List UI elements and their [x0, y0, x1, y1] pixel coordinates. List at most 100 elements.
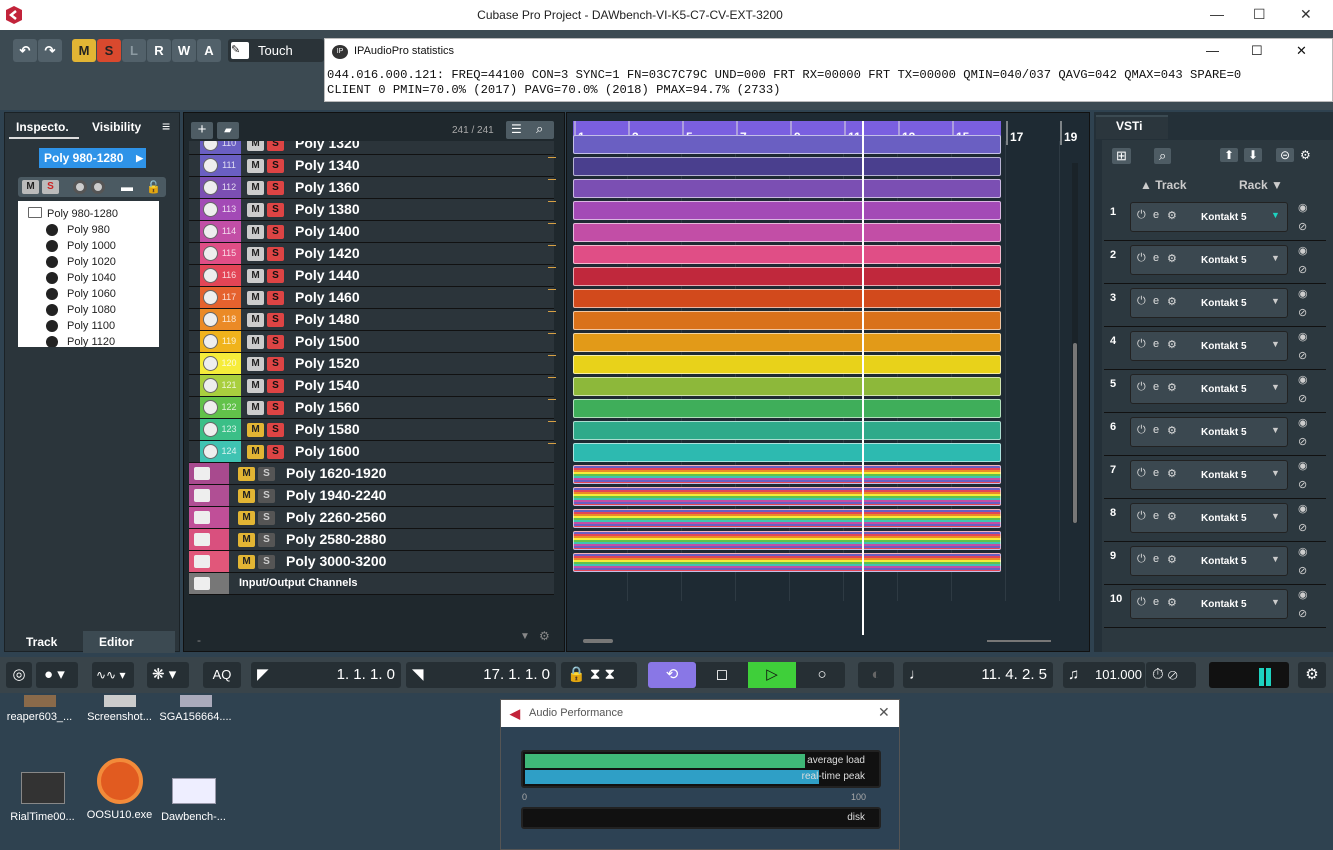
vsti-slot[interactable]: 3 ⏻ e ⚙ Kontakt 5 ▼ ◉ ⊘ — [1104, 284, 1326, 327]
folder-mute-button[interactable]: M — [238, 511, 255, 525]
audio-performance-close-button[interactable]: ✕ — [878, 704, 890, 721]
tree-item[interactable]: Poly 1080 — [46, 303, 156, 319]
power-icon[interactable]: ⏻ — [1137, 381, 1146, 394]
vsti-search-icon[interactable]: ⌕ — [1154, 148, 1172, 164]
collapse-icon[interactable]: ⊝ — [1276, 148, 1295, 162]
track-row[interactable]: 116 M S Poly 1440 — [189, 265, 556, 287]
midi-part[interactable] — [573, 201, 1001, 220]
midi-part[interactable] — [573, 245, 1001, 264]
col-rack[interactable]: Rack ▼ — [1239, 178, 1283, 192]
vsti-slot[interactable]: 9 ⏻ e ⚙ Kontakt 5 ▼ ◉ ⊘ — [1104, 542, 1326, 585]
track-solo-button[interactable]: S — [267, 141, 284, 151]
power-icon[interactable]: ⏻ — [1137, 596, 1146, 609]
midi-part[interactable] — [573, 157, 1001, 176]
midi-part[interactable] — [573, 289, 1001, 308]
tree-item[interactable]: Poly 1040 — [46, 271, 156, 287]
waveform-icon[interactable]: ∿∿ ▾ — [92, 662, 134, 688]
settings-icon[interactable]: ⚙ — [1167, 338, 1177, 351]
output-icon[interactable]: ◉ — [1298, 287, 1308, 300]
instrument-slot[interactable]: ⏻ e ⚙ Kontakt 5 ▼ — [1130, 331, 1288, 361]
settings-icon[interactable]: ⚙ — [1167, 424, 1177, 437]
chevron-down-icon[interactable]: ▼ — [1271, 296, 1280, 306]
settings-gear-icon[interactable]: ⚙ — [539, 629, 550, 643]
track-row[interactable]: 121 M S Poly 1540 — [189, 375, 556, 397]
folder-part[interactable] — [573, 531, 1001, 550]
chevron-down-icon[interactable]: ▼ — [1271, 597, 1280, 607]
read-automation-button[interactable]: R — [147, 39, 171, 62]
search-icon[interactable]: ⌕ — [536, 121, 543, 137]
right-locator[interactable]: ◥ 17. 1. 1. 0 — [406, 662, 556, 688]
track-solo-button[interactable]: S — [267, 357, 284, 371]
midi-part[interactable] — [573, 179, 1001, 198]
track-mute-button[interactable]: M — [247, 203, 264, 217]
settings-icon[interactable]: ⚙ — [1167, 510, 1177, 523]
track-row[interactable]: 112 M S Poly 1360 — [189, 177, 556, 199]
track-row[interactable]: 110 M S Poly 1320 — [189, 141, 554, 155]
power-icon[interactable]: ⏻ — [1137, 424, 1146, 437]
instrument-slot[interactable]: ⏻ e ⚙ Kontakt 5 ▼ — [1130, 202, 1288, 232]
settings-icon[interactable]: ⚙ — [1167, 295, 1177, 308]
edit-icon[interactable]: e — [1153, 596, 1159, 608]
remove-icon[interactable]: ⊘ — [1298, 349, 1307, 362]
track-solo-button[interactable]: S — [267, 401, 284, 415]
automation-mode-select[interactable]: ✎ Touch — [228, 39, 324, 62]
folder-track-row[interactable]: M S Poly 1620-1920 — [189, 463, 554, 485]
folder-part[interactable] — [573, 465, 1001, 484]
folder-solo-button[interactable]: S — [258, 555, 275, 569]
edit-icon[interactable]: e — [1153, 209, 1159, 221]
instrument-slot[interactable]: ⏻ e ⚙ Kontakt 5 ▼ — [1130, 288, 1288, 318]
maximize-button[interactable]: ☐ — [1253, 6, 1266, 23]
track-mute-button[interactable]: M — [247, 445, 264, 459]
tab-track[interactable]: Track — [26, 635, 57, 649]
output-icon[interactable]: ◉ — [1298, 330, 1308, 343]
instrument-slot[interactable]: ⏻ e ⚙ Kontakt 5 ▼ — [1130, 460, 1288, 490]
edit-icon[interactable]: e — [1153, 338, 1159, 350]
edit-icon[interactable]: e — [1153, 424, 1159, 436]
desktop-icon-oosu10[interactable]: OOSU10.exe — [82, 758, 157, 821]
position-display[interactable]: ♩ 11. 4. 2. 5 — [903, 662, 1053, 688]
folder-mute-button[interactable]: M — [238, 467, 255, 481]
lock-icon[interactable]: 🔓 — [146, 180, 161, 194]
tree-item[interactable]: Poly 1060 — [46, 287, 156, 303]
remove-icon[interactable]: ⊘ — [1298, 263, 1307, 276]
tree-item[interactable]: Poly 980 — [46, 223, 156, 239]
tab-editor[interactable]: Editor — [99, 635, 134, 649]
midi-part[interactable] — [573, 399, 1001, 418]
track-row[interactable]: 124 M S Poly 1600 — [189, 441, 556, 463]
record-mode-icon[interactable]: ● ▾ — [36, 662, 78, 688]
track-list-view-icon[interactable]: ☰ — [511, 122, 522, 136]
track-height-icon[interactable]: ▼ — [520, 631, 530, 642]
ipap-maximize-button[interactable]: ☐ — [1251, 43, 1263, 59]
desktop-icon-dawbench[interactable]: Dawbench-... — [156, 778, 231, 823]
folder-solo-button[interactable]: S — [258, 533, 275, 547]
midi-part[interactable] — [573, 267, 1001, 286]
track-row[interactable]: 118 M S Poly 1480 — [189, 309, 556, 331]
chevron-down-icon[interactable]: ▼ — [1271, 210, 1280, 220]
vsti-slot[interactable]: 6 ⏻ e ⚙ Kontakt 5 ▼ ◉ ⊘ — [1104, 413, 1326, 456]
midi-part[interactable] — [573, 355, 1001, 374]
output-icon[interactable]: ◉ — [1298, 502, 1308, 515]
edit-icon[interactable]: e — [1153, 381, 1159, 393]
instrument-slot[interactable]: ⏻ e ⚙ Kontakt 5 ▼ — [1130, 546, 1288, 576]
remove-icon[interactable]: ⊘ — [1298, 435, 1307, 448]
folder-solo-button[interactable]: S — [258, 511, 275, 525]
output-icon[interactable]: ◉ — [1298, 201, 1308, 214]
instrument-slot[interactable]: ⏻ e ⚙ Kontakt 5 ▼ — [1130, 589, 1288, 619]
power-icon[interactable]: ⏻ — [1137, 209, 1146, 222]
track-solo-button[interactable]: S — [267, 159, 284, 173]
track-solo-button[interactable]: S — [267, 181, 284, 195]
metronome-icon[interactable]: ⏱ ⊘ — [1146, 662, 1196, 688]
edit-icon[interactable]: e — [1153, 295, 1159, 307]
track-mute-button[interactable]: M — [247, 313, 264, 327]
track-row[interactable]: 120 M S Poly 1520 — [189, 353, 556, 375]
track-mute-button[interactable]: M — [247, 159, 264, 173]
track-row[interactable]: 113 M S Poly 1380 — [189, 199, 556, 221]
output-icon[interactable]: ◉ — [1298, 244, 1308, 257]
track-mute-button[interactable]: M — [247, 225, 264, 239]
close-button[interactable]: ✕ — [1300, 6, 1312, 23]
track-mute-button[interactable]: M — [247, 291, 264, 305]
instrument-slot[interactable]: ⏻ e ⚙ Kontakt 5 ▼ — [1130, 374, 1288, 404]
track-solo-button[interactable]: S — [267, 445, 284, 459]
vsti-slot[interactable]: 8 ⏻ e ⚙ Kontakt 5 ▼ ◉ ⊘ — [1104, 499, 1326, 542]
track-mute-button[interactable]: M — [247, 247, 264, 261]
